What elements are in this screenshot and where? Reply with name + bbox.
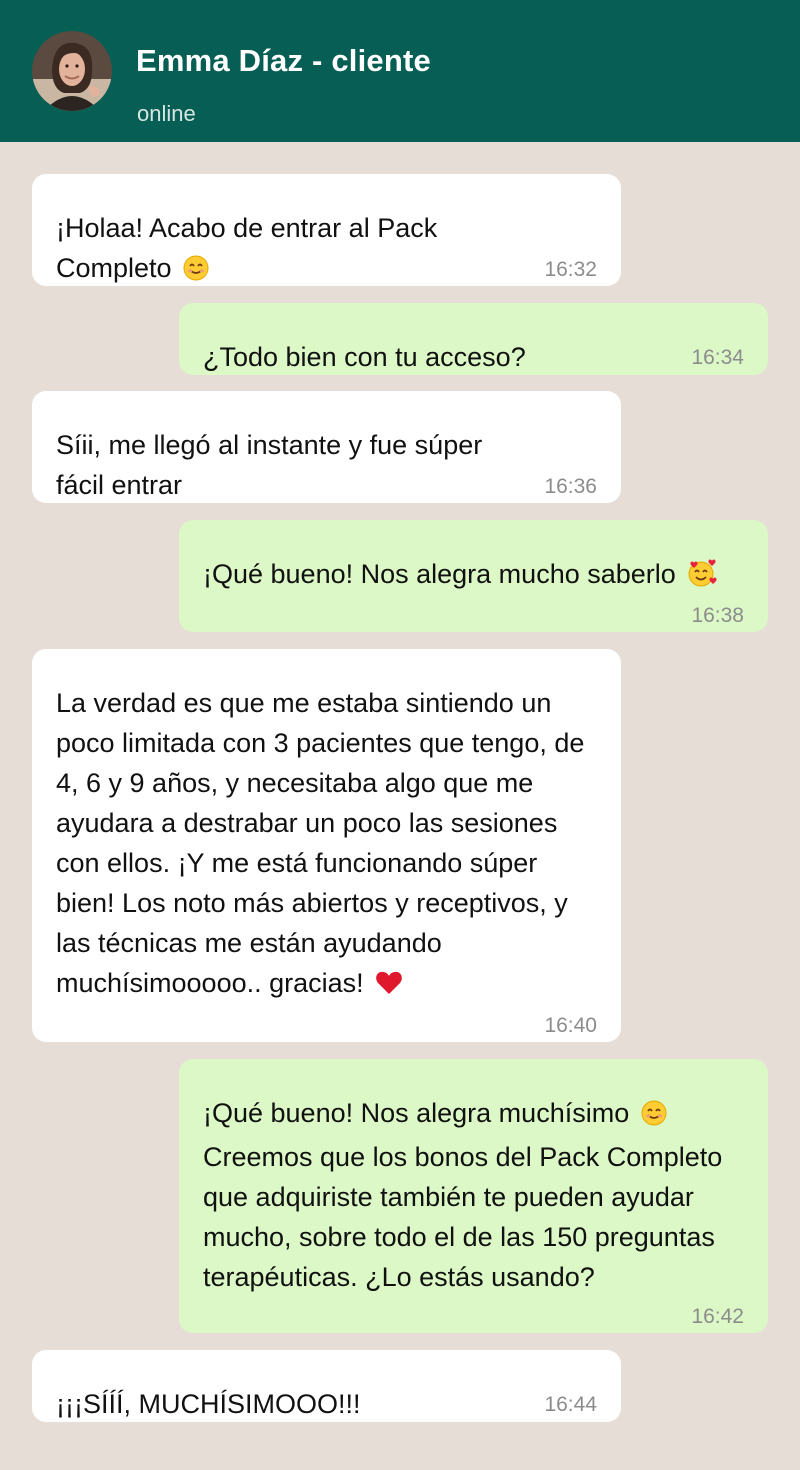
message-time: 16:42 <box>691 1305 744 1328</box>
message-text: ¡Qué bueno! Nos alegra muchísimo Creemos… <box>203 1097 723 1292</box>
message-bubble-incoming[interactable]: ¡¡¡SÍÍÍ, MUCHÍSIMOOO!!! 16:44 <box>32 1350 621 1422</box>
message-text: La verdad es que me estaba sintiendo un … <box>56 683 601 1007</box>
message-time: 16:36 <box>544 475 597 498</box>
smiling-face-with-hearts-icon <box>687 558 717 598</box>
message-text: ¡¡¡SÍÍÍ, MUCHÍSIMOOO!!! <box>56 1389 361 1419</box>
message-text: ¿Todo bien con tu acceso? <box>203 342 526 372</box>
message-time: 16:44 <box>544 1393 597 1416</box>
contact-status: online <box>137 101 196 126</box>
person-avatar-icon <box>32 31 112 111</box>
message-time: 16:32 <box>544 258 597 281</box>
message-text: ¡Holaa! Acabo de entrar al Pack Completo <box>56 208 526 286</box>
contact-name[interactable]: Emma Díaz - cliente <box>136 43 431 79</box>
message-bubble-incoming[interactable]: La verdad es que me estaba sintiendo un … <box>32 649 621 1042</box>
chat-header: Emma Díaz - cliente online <box>0 0 800 142</box>
smiling-face-icon <box>641 1097 667 1137</box>
message-bubble-outgoing[interactable]: ¡Qué bueno! Nos alegra muchísimo Creemos… <box>179 1059 768 1333</box>
message-bubble-incoming[interactable]: Síii, me llegó al instante y fue súper f… <box>32 391 621 503</box>
message-bubble-incoming[interactable]: ¡Holaa! Acabo de entrar al Pack Completo… <box>32 174 621 286</box>
red-heart-icon <box>375 967 403 1007</box>
message-bubble-outgoing[interactable]: ¡Qué bueno! Nos alegra mucho saberlo 16:… <box>179 520 768 632</box>
chat-area[interactable]: ¡Holaa! Acabo de entrar al Pack Completo… <box>0 142 800 1470</box>
message-time: 16:34 <box>691 346 744 369</box>
message-time: 16:38 <box>691 604 744 627</box>
avatar[interactable] <box>32 31 112 111</box>
message-text: Síii, me llegó al instante y fue súper f… <box>56 430 483 500</box>
message-text: ¡Qué bueno! Nos alegra mucho saberlo <box>203 554 723 598</box>
message-bubble-outgoing[interactable]: ¿Todo bien con tu acceso? 16:34 <box>179 303 768 375</box>
message-time: 16:40 <box>544 1014 597 1037</box>
smiling-face-icon <box>183 252 209 286</box>
